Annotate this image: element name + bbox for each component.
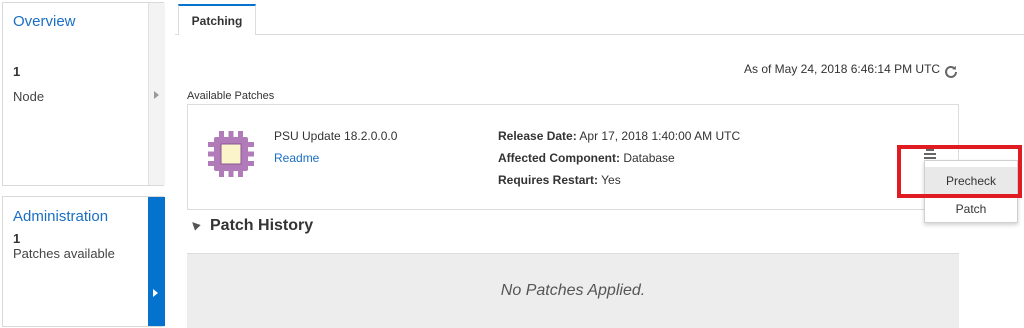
overview-title: Overview [13, 13, 76, 30]
refresh-icon[interactable] [943, 64, 959, 80]
overview-expand-handle[interactable] [148, 3, 165, 185]
affected-component-value: Database [623, 151, 675, 165]
release-date-row: Release Date: Apr 17, 2018 1:40:00 AM UT… [498, 129, 740, 143]
empty-message: No Patches Applied. [500, 282, 646, 299]
collapse-triangle-icon[interactable] [189, 219, 201, 231]
patch-menu-item[interactable]: Patch [925, 195, 1017, 222]
requires-restart-label: Requires Restart: [498, 173, 599, 187]
chevron-right-icon [154, 91, 159, 99]
affected-component-row: Affected Component: Database [498, 151, 675, 165]
patch-name: PSU Update 18.2.0.0.0 [274, 129, 398, 143]
node-count: 1 [13, 64, 21, 79]
patches-label: Patches available [13, 246, 115, 261]
patches-count: 1 [13, 231, 21, 246]
tab-patching[interactable]: Patching [178, 4, 256, 35]
administration-card[interactable]: Administration 1 Patches available [2, 196, 165, 327]
tab-divider [175, 34, 1024, 35]
as-of-timestamp: As of May 24, 2018 6:46:14 PM UTC [744, 62, 941, 76]
affected-component-label: Affected Component: [498, 151, 620, 165]
chevron-right-icon [153, 289, 158, 297]
release-date-value: Apr 17, 2018 1:40:00 AM UTC [579, 129, 741, 143]
node-label: Node [13, 89, 45, 104]
administration-title: Administration [13, 208, 109, 225]
requires-restart-value: Yes [601, 173, 621, 187]
readme-link[interactable]: Readme [274, 151, 319, 165]
patch-history-title[interactable]: Patch History [210, 217, 313, 235]
highlight-box [897, 145, 1022, 198]
release-date-label: Release Date: [498, 129, 577, 143]
overview-card[interactable]: Overview 1 Node [2, 2, 165, 186]
administration-expand-handle[interactable] [148, 197, 165, 326]
requires-restart-row: Requires Restart: Yes [498, 173, 621, 187]
patch-history-empty: No Patches Applied. [187, 253, 959, 328]
chip-icon [208, 131, 254, 177]
available-patches-heading: Available Patches [187, 90, 275, 102]
